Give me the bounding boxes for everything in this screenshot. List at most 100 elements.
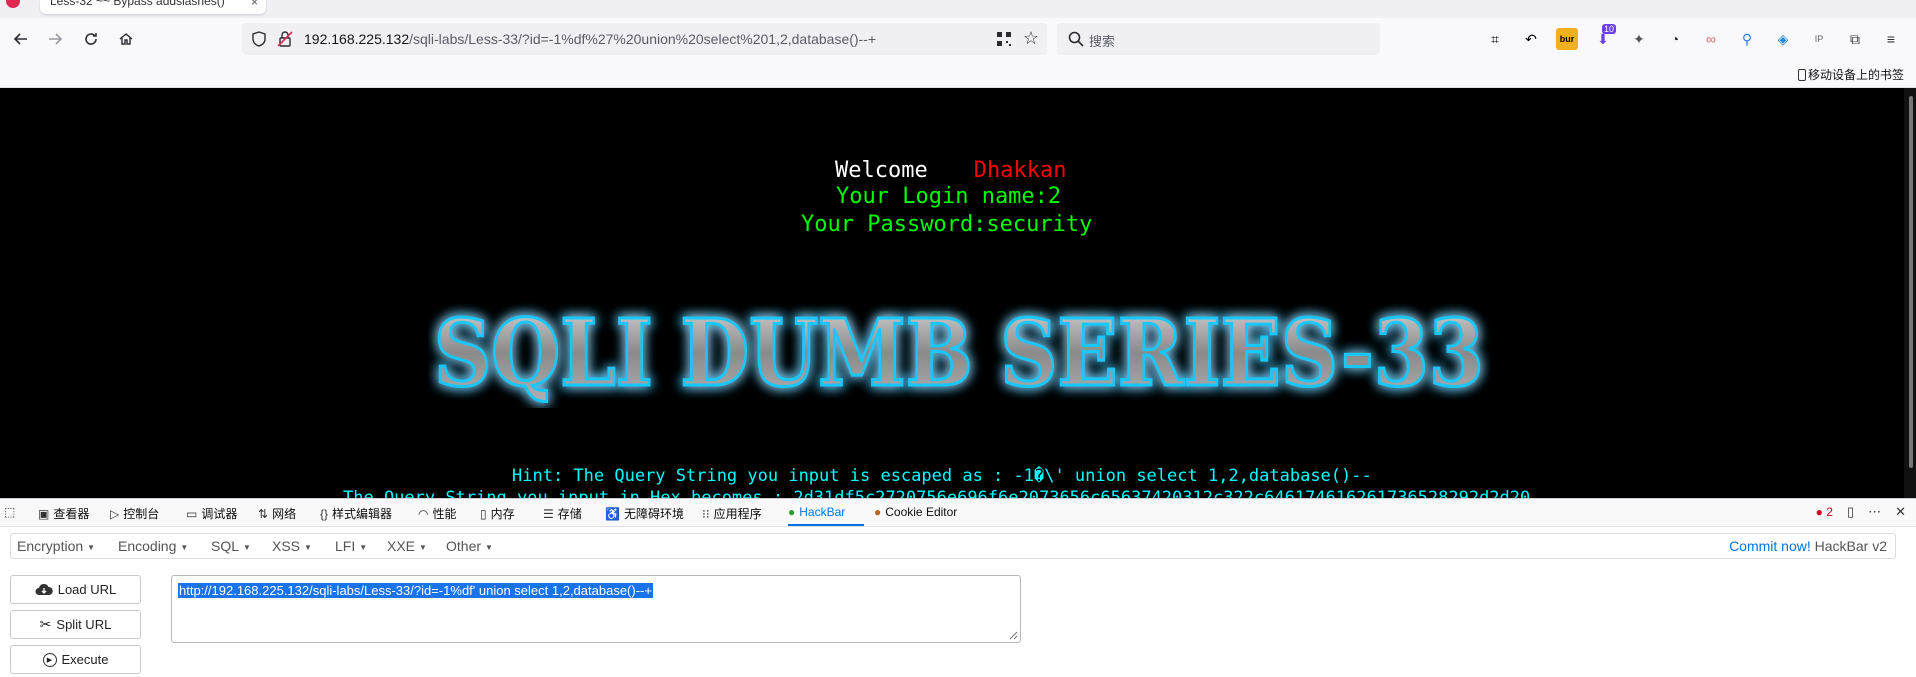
tracking-shield-icon[interactable] [250, 30, 268, 48]
search-icon [1068, 31, 1084, 47]
hackbar-url-value[interactable]: http://192.168.225.132/sqli-labs/Less-33… [178, 583, 653, 598]
split-url-button[interactable]: ✂ Split URL [10, 610, 141, 639]
cookie-icon: ● [874, 505, 882, 519]
tab-accessibility[interactable]: ♿ 无障碍环境 [605, 505, 684, 522]
record-indicator-icon [6, 0, 20, 8]
tab-label: 性能 [432, 507, 457, 521]
error-count-badge[interactable]: ● 2 [1816, 505, 1833, 519]
tab-console[interactable]: ▷ 控制台 [110, 505, 159, 522]
tab-label: 查看器 [53, 507, 90, 521]
tab-style-editor[interactable]: {} 样式编辑器 [320, 505, 392, 522]
menu-other[interactable]: Other ▼ [446, 538, 493, 554]
menu-label: SQL [211, 538, 240, 554]
chevron-down-icon: ▼ [485, 542, 493, 552]
back-button[interactable] [8, 26, 34, 52]
commit-now-link[interactable]: Commit now! [1729, 538, 1811, 554]
reload-button[interactable] [78, 26, 104, 52]
hex-line: The Query String you input in Hex become… [343, 488, 1531, 498]
tab-inspector[interactable]: ▣ 查看器 [38, 505, 89, 522]
qr-code-icon[interactable] [995, 30, 1013, 48]
extension-badge: 10 [1602, 24, 1617, 34]
tab-storage[interactable]: ☰ 存储 [543, 505, 582, 522]
menu-label: LFI [335, 538, 356, 554]
error-count: 2 [1826, 505, 1833, 519]
tab-memory[interactable]: ▯ 内存 [480, 505, 515, 522]
menu-encoding[interactable]: Encoding ▼ [118, 538, 188, 554]
web-page: Welcome Dhakkan Your Login name:2 Your Pa… [0, 88, 1916, 498]
play-circle-icon: ▶ [42, 652, 57, 667]
tab-debugger[interactable]: ▭ 调试器 [186, 505, 237, 522]
menu-lfi[interactable]: LFI ▼ [335, 538, 367, 554]
devtools-tab-bar: ⬚ ▣ 查看器 ▷ 控制台 ▭ 调试器 ⇅ 网络 {} 样式编辑器 ◠ 性能 ▯ 内存 ☰ 存储… [0, 499, 1916, 527]
burp-extension-icon[interactable]: bur [1556, 28, 1578, 50]
url-text[interactable]: 192.168.225.132/sqli-labs/Less-33/?id=-1… [304, 31, 876, 47]
mobile-bookmarks-label: 移动设备上的书签 [1807, 68, 1904, 82]
tab-hackbar[interactable]: ● HackBar [788, 505, 845, 519]
hint-line: Hint: The Query String you input is esca… [512, 466, 1372, 486]
cloud-download-icon [35, 583, 53, 595]
menu-xss[interactable]: XSS ▼ [272, 538, 312, 554]
chevron-down-icon: ▼ [419, 542, 427, 552]
home-button[interactable] [113, 26, 139, 52]
hackbar-menu-box: Encryption ▼ Encoding ▼ SQL ▼ XSS ▼ LFI ▼ XXE… [10, 533, 1896, 559]
menu-icon[interactable]: ≡ [1880, 28, 1902, 50]
address-bar[interactable]: 192.168.225.132/sqli-labs/Less-33/?id=-1… [242, 23, 1047, 55]
cube-extension-icon[interactable]: ◈ [1772, 28, 1794, 50]
insecure-lock-icon[interactable] [276, 30, 294, 48]
split-url-label: Split URL [56, 617, 112, 632]
scissors-icon: ✂ [39, 616, 52, 632]
tab-close-icon[interactable]: × [251, 0, 258, 9]
reload-icon [85, 33, 97, 45]
bookmark-star-icon[interactable]: ☆ [1023, 28, 1039, 49]
link-extension-icon[interactable]: ∞ [1700, 28, 1722, 50]
tab-label: 存储 [557, 507, 582, 521]
forward-button[interactable] [42, 26, 68, 52]
tab-label: 内存 [490, 507, 515, 521]
resize-handle-icon[interactable] [1008, 630, 1018, 640]
menu-label: Encryption [17, 538, 84, 554]
navigation-toolbar: 192.168.225.132/sqli-labs/Less-33/?id=-1… [0, 18, 1916, 60]
hackbar-url-textarea[interactable]: http://192.168.225.132/sqli-labs/Less-33… [171, 575, 1021, 643]
page-scrollbar[interactable] [1904, 88, 1916, 498]
crop-icon[interactable]: ⌗ [1484, 28, 1506, 50]
browser-tab[interactable]: Less-32 ~~ Bypass addslashes() × [40, 0, 266, 14]
menu-encryption[interactable]: Encryption ▼ [17, 538, 95, 554]
extensions-icon[interactable]: ⧉ [1844, 28, 1866, 50]
more-options-icon[interactable]: ⋯ [1868, 504, 1881, 520]
menu-sql[interactable]: SQL ▼ [211, 538, 251, 554]
mobile-bookmarks-folder[interactable]: 移动设备上的书签 [1797, 66, 1904, 83]
console-icon: ▷ [110, 506, 120, 521]
tab-cookie-editor[interactable]: ● Cookie Editor [874, 505, 957, 519]
dock-side-icon[interactable]: ▯ [1847, 504, 1854, 520]
mobile-device-icon [1797, 68, 1806, 81]
menu-label: Other [446, 538, 482, 554]
tab-network[interactable]: ⇅ 网络 [258, 505, 296, 522]
series-title-text: SQLI DUMB SERIES-33 [434, 299, 1484, 407]
undo-icon[interactable]: ↶ [1520, 28, 1542, 50]
execute-button[interactable]: ▶ Execute [10, 645, 141, 674]
menu-label: XSS [272, 538, 301, 554]
tab-label: HackBar [799, 505, 846, 519]
password-line: Your Password:security [801, 212, 1093, 237]
pin-extension-icon[interactable]: ⚲ [1736, 28, 1758, 50]
hackbar-icon: ● [788, 505, 796, 519]
tab-application[interactable]: ⁝⁝ 应用程序 [702, 505, 762, 522]
cookie-extension-icon[interactable]: ◔ [1664, 28, 1686, 50]
ip-extension-icon[interactable]: IP [1808, 28, 1830, 50]
element-picker-icon[interactable]: ⬚ [4, 505, 15, 519]
welcome-line: Welcome Dhakkan [835, 158, 1066, 183]
menu-label: Encoding [118, 538, 177, 554]
close-devtools-icon[interactable]: ✕ [1895, 504, 1906, 520]
load-url-button[interactable]: Load URL [10, 575, 141, 604]
menu-xxe[interactable]: XXE ▼ [387, 538, 427, 554]
puzzle-extension-icon[interactable]: ✦ [1628, 28, 1650, 50]
scrollbar-thumb[interactable] [1909, 96, 1913, 468]
forward-arrow-icon [49, 33, 63, 45]
back-arrow-icon [13, 33, 27, 45]
load-url-label: Load URL [57, 582, 117, 597]
tab-performance[interactable]: ◠ 性能 [418, 505, 457, 522]
hackbar-commit: Commit now! HackBar v2 [1729, 538, 1887, 554]
search-placeholder: 搜索 [1089, 34, 1116, 49]
search-bar[interactable]: 搜索 [1057, 23, 1380, 55]
execute-label: Execute [61, 652, 109, 667]
